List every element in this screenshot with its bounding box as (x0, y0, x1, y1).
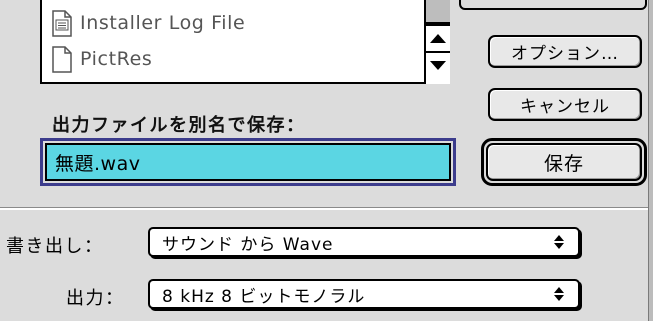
file-list-item-label: Installer Log File (80, 12, 246, 34)
output-popup-value: 8 kHz 8 ビットモノラル (162, 286, 366, 307)
output-popup[interactable]: 8 kHz 8 ビットモノラル (148, 279, 580, 309)
window-edge (648, 0, 653, 321)
scroll-down-button[interactable] (426, 51, 450, 78)
file-list-item[interactable]: Installer Log File (52, 8, 245, 38)
document-lines-icon (52, 9, 72, 37)
options-button[interactable]: オプション… (488, 35, 642, 68)
arrow-up-icon (430, 34, 446, 43)
export-label: 書き出し： (6, 236, 104, 257)
filename-input[interactable]: 無題.wav (45, 143, 451, 181)
scroll-thumb[interactable] (426, 0, 450, 24)
scroll-up-button[interactable] (426, 24, 450, 51)
file-list-scrollbar[interactable] (424, 0, 450, 84)
save-as-label: 出力ファイルを別名で保存： (52, 115, 306, 136)
export-popup-value: サウンド から Wave (162, 234, 334, 255)
file-list[interactable]: Installer Log File PictRes (40, 0, 450, 84)
output-label: 出力： (66, 288, 125, 309)
separator (0, 207, 653, 210)
arrow-down-icon (430, 61, 446, 70)
partial-button-top[interactable] (459, 0, 647, 10)
up-down-arrows-icon (546, 284, 572, 304)
export-popup[interactable]: サウンド から Wave (148, 227, 580, 257)
blank-document-icon (52, 45, 72, 73)
up-down-arrows-icon (546, 232, 572, 252)
file-list-item[interactable]: PictRes (52, 44, 152, 74)
save-button[interactable]: 保存 (486, 143, 642, 181)
file-list-item-label: PictRes (80, 48, 153, 70)
cancel-button[interactable]: キャンセル (488, 88, 642, 121)
